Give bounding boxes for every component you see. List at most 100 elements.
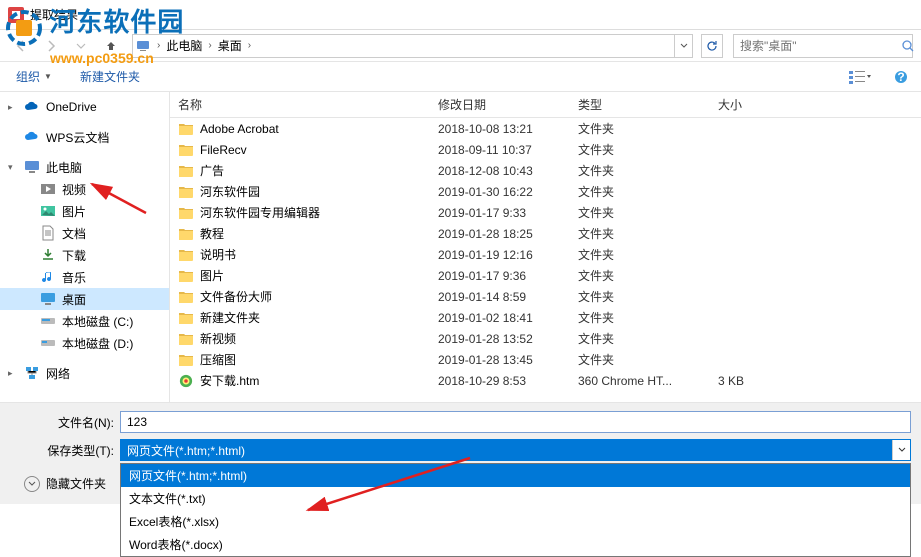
- file-date: 2018-09-11 10:37: [430, 143, 570, 157]
- chevron-right-icon[interactable]: ›: [204, 40, 215, 51]
- folder-icon: [178, 352, 194, 368]
- file-row[interactable]: 压缩图2019-01-28 13:45文件夹: [170, 349, 921, 370]
- sidebar-item-onedrive[interactable]: ▸OneDrive: [0, 96, 169, 118]
- sidebar-item-network[interactable]: ▸网络: [0, 362, 169, 384]
- savetype-dropdown[interactable]: 网页文件(*.htm;*.html) 文本文件(*.txt) Excel表格(*…: [120, 463, 911, 557]
- window-title: 提取结果: [30, 6, 78, 23]
- dropdown-option-xlsx[interactable]: Excel表格(*.xlsx): [121, 510, 910, 533]
- nav-up-button[interactable]: [98, 34, 124, 58]
- file-row[interactable]: FileRecv 2018-09-11 10:37文件夹: [170, 139, 921, 160]
- file-icon: [178, 373, 194, 389]
- file-date: 2019-01-30 16:22: [430, 185, 570, 199]
- dropdown-option-html[interactable]: 网页文件(*.htm;*.html): [121, 464, 910, 487]
- pictures-icon: [40, 203, 56, 219]
- file-name: 图片: [200, 267, 224, 284]
- help-button[interactable]: ?: [889, 67, 913, 87]
- file-date: 2019-01-28 18:25: [430, 227, 570, 241]
- desktop-icon: [40, 291, 56, 307]
- video-icon: [40, 181, 56, 197]
- savetype-value: 网页文件(*.htm;*.html): [121, 440, 892, 460]
- file-row[interactable]: 图片2019-01-17 9:36文件夹: [170, 265, 921, 286]
- nav-history-button[interactable]: [68, 34, 94, 58]
- sidebar-item-video[interactable]: 视频: [0, 178, 169, 200]
- savetype-combo[interactable]: 网页文件(*.htm;*.html): [120, 439, 911, 461]
- dropdown-option-txt[interactable]: 文本文件(*.txt): [121, 487, 910, 510]
- search-input[interactable]: [734, 39, 901, 53]
- expand-icon[interactable]: [24, 476, 40, 492]
- sidebar-item-disk-d[interactable]: 本地磁盘 (D:): [0, 332, 169, 354]
- file-row[interactable]: 安下载.htm 2018-10-29 8:53360 Chrome HT...3 …: [170, 370, 921, 391]
- nav-row: › 此电脑 › 桌面 ›: [0, 30, 921, 62]
- file-row[interactable]: 新建文件夹 2019-01-02 18:41文件夹: [170, 307, 921, 328]
- folder-icon: [178, 310, 194, 326]
- folder-icon: [178, 289, 194, 305]
- refresh-button[interactable]: [701, 34, 723, 58]
- combo-dropdown-button[interactable]: [892, 440, 910, 460]
- sidebar-item-desktop[interactable]: 桌面: [0, 288, 169, 310]
- file-type: 文件夹: [570, 309, 710, 326]
- sidebar: ▸OneDrive WPS云文档 ▾此电脑 视频 图片 文档 下载 音乐 桌面 …: [0, 92, 170, 402]
- sidebar-item-downloads[interactable]: 下载: [0, 244, 169, 266]
- sidebar-item-thispc[interactable]: ▾此电脑: [0, 156, 169, 178]
- chevron-right-icon[interactable]: ›: [244, 40, 255, 51]
- column-type[interactable]: 类型: [570, 92, 710, 117]
- file-row[interactable]: 广告2018-12-08 10:43文件夹: [170, 160, 921, 181]
- file-name: 新建文件夹: [200, 309, 260, 326]
- file-row[interactable]: 河东软件园专用编辑器2019-01-17 9:33文件夹: [170, 202, 921, 223]
- file-row[interactable]: 教程2019-01-28 18:25文件夹: [170, 223, 921, 244]
- column-date[interactable]: 修改日期: [430, 92, 570, 117]
- music-icon: [40, 269, 56, 285]
- file-size: 3 KB: [710, 374, 810, 388]
- file-row[interactable]: Adobe Acrobat2018-10-08 13:21文件夹: [170, 118, 921, 139]
- network-icon: [24, 365, 40, 381]
- sidebar-item-wps[interactable]: WPS云文档: [0, 126, 169, 148]
- filename-label: 文件名(N):: [10, 414, 120, 431]
- file-date: 2019-01-14 8:59: [430, 290, 570, 304]
- folder-icon: [178, 226, 194, 242]
- toolbar: 组织▼ 新建文件夹 ?: [0, 62, 921, 92]
- file-name: FileRecv: [200, 143, 247, 157]
- title-bar: 提取结果: [0, 0, 921, 30]
- file-date: 2019-01-17 9:36: [430, 269, 570, 283]
- drive-icon: [40, 313, 56, 329]
- file-row[interactable]: 新视频2019-01-28 13:52文件夹: [170, 328, 921, 349]
- file-type: 文件夹: [570, 141, 710, 158]
- file-date: 2019-01-17 9:33: [430, 206, 570, 220]
- file-date: 2018-10-29 8:53: [430, 374, 570, 388]
- nav-forward-button[interactable]: [38, 34, 64, 58]
- file-date: 2019-01-28 13:52: [430, 332, 570, 346]
- column-size[interactable]: 大小: [710, 92, 810, 117]
- organize-button[interactable]: 组织▼: [8, 64, 60, 89]
- file-list[interactable]: 名称 修改日期 类型 大小 Adobe Acrobat2018-10-08 13…: [170, 92, 921, 402]
- breadcrumb-item-desktop[interactable]: 桌面: [216, 35, 244, 57]
- folder-icon: [178, 268, 194, 284]
- sidebar-item-pictures[interactable]: 图片: [0, 200, 169, 222]
- file-row[interactable]: 说明书2019-01-19 12:16文件夹: [170, 244, 921, 265]
- sidebar-item-music[interactable]: 音乐: [0, 266, 169, 288]
- sidebar-item-docs[interactable]: 文档: [0, 222, 169, 244]
- breadcrumb-dropdown-button[interactable]: [674, 35, 692, 57]
- view-mode-button[interactable]: [845, 67, 877, 87]
- column-name[interactable]: 名称: [170, 92, 430, 117]
- folder-icon: [178, 121, 194, 137]
- breadcrumb[interactable]: › 此电脑 › 桌面 ›: [132, 34, 693, 58]
- file-row[interactable]: 河东软件园2019-01-30 16:22文件夹: [170, 181, 921, 202]
- file-row[interactable]: 文件备份大师2019-01-14 8:59文件夹: [170, 286, 921, 307]
- file-name: 文件备份大师: [200, 288, 272, 305]
- file-name: 广告: [200, 162, 224, 179]
- file-name: 安下载.htm: [200, 372, 259, 389]
- pc-icon: [24, 159, 40, 175]
- filename-field[interactable]: [120, 411, 911, 433]
- new-folder-button[interactable]: 新建文件夹: [72, 64, 148, 89]
- file-type: 360 Chrome HT...: [570, 374, 710, 388]
- wps-cloud-icon: [24, 129, 40, 145]
- search-icon[interactable]: [901, 39, 915, 53]
- nav-back-button[interactable]: [8, 34, 34, 58]
- file-name: 河东软件园专用编辑器: [200, 204, 320, 221]
- breadcrumb-item-thispc[interactable]: 此电脑: [164, 35, 204, 57]
- chevron-right-icon[interactable]: ›: [153, 40, 164, 51]
- sidebar-item-disk-c[interactable]: 本地磁盘 (C:): [0, 310, 169, 332]
- filename-input[interactable]: [121, 412, 910, 432]
- search-box[interactable]: [733, 34, 913, 58]
- file-date: 2019-01-02 18:41: [430, 311, 570, 325]
